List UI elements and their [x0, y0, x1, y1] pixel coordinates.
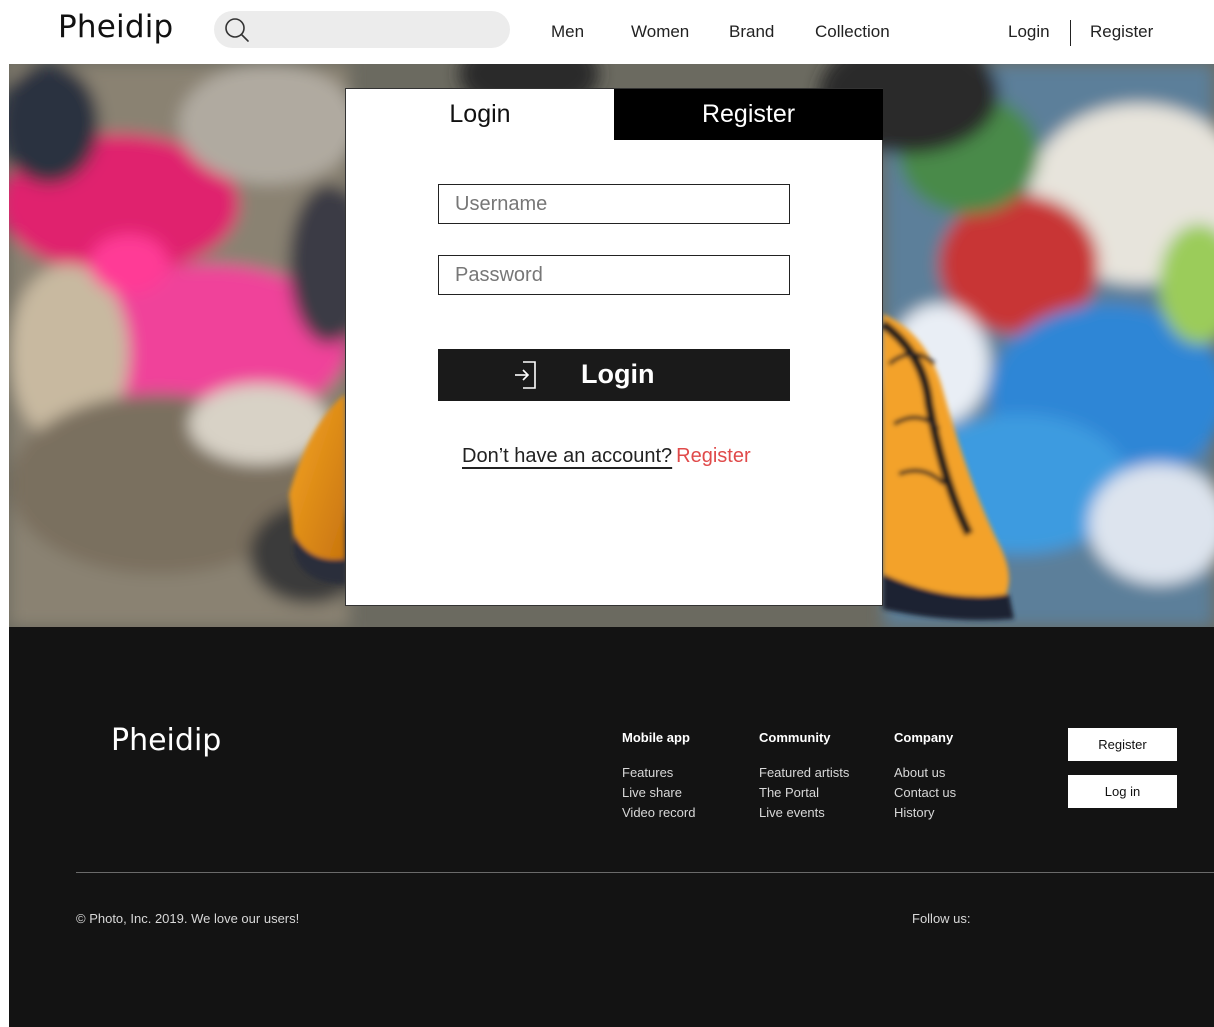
nav-brand[interactable]: Brand — [729, 22, 774, 42]
login-arrow-icon — [515, 361, 536, 389]
password-input[interactable] — [439, 256, 789, 294]
footer-link-live-share[interactable]: Live share — [622, 783, 695, 803]
signup-prompt: Don’t have an account? Register — [462, 445, 751, 468]
register-link[interactable]: Register — [676, 445, 750, 467]
site-footer: Pheidip Mobile app Features Live share V… — [9, 627, 1214, 1027]
auth-card: Login Register Login Don’t have an accou… — [345, 88, 883, 606]
header-register-link[interactable]: Register — [1090, 22, 1153, 42]
top-header: Pheidip Men Women Brand Collection Login… — [0, 0, 1214, 64]
footer-divider — [76, 872, 1214, 873]
footer-column-mobile-app: Mobile app Features Live share Video rec… — [622, 730, 695, 823]
footer-register-button[interactable]: Register — [1068, 728, 1177, 761]
nav-collection[interactable]: Collection — [815, 22, 890, 42]
password-field-wrapper — [438, 255, 790, 295]
username-field-wrapper — [438, 184, 790, 224]
no-account-text: Don’t have an account? — [462, 445, 673, 467]
nav-women[interactable]: Women — [631, 22, 689, 42]
follow-us-label: Follow us: — [912, 911, 971, 926]
login-submit-button[interactable]: Login — [438, 349, 790, 401]
search-input[interactable] — [258, 11, 498, 48]
header-login-link[interactable]: Login — [1008, 22, 1050, 42]
footer-link-the-portal[interactable]: The Portal — [759, 783, 849, 803]
header-divider — [1070, 20, 1071, 46]
footer-logo[interactable]: Pheidip — [111, 723, 221, 758]
footer-link-features[interactable]: Features — [622, 763, 695, 783]
nav-men[interactable]: Men — [551, 22, 584, 42]
footer-column-company: Company About us Contact us History — [894, 730, 956, 823]
username-input[interactable] — [439, 185, 789, 223]
login-button-label: Login — [581, 359, 655, 389]
footer-column-heading: Company — [894, 730, 954, 745]
search-icon[interactable] — [224, 17, 250, 43]
footer-link-video-record[interactable]: Video record — [622, 803, 695, 823]
brand-logo[interactable]: Pheidip — [58, 9, 173, 45]
tab-register[interactable]: Register — [614, 89, 883, 140]
footer-link-featured-artists[interactable]: Featured artists — [759, 763, 849, 783]
copyright-text: © Photo, Inc. 2019. We love our users! — [76, 911, 300, 926]
footer-column-heading: Mobile app — [622, 730, 690, 745]
footer-login-button[interactable]: Log in — [1068, 775, 1177, 808]
tab-login[interactable]: Login — [346, 89, 614, 140]
footer-link-history[interactable]: History — [894, 803, 956, 823]
footer-column-heading: Community — [759, 730, 831, 745]
search-bar[interactable] — [214, 11, 510, 48]
footer-column-community: Community Featured artists The Portal Li… — [759, 730, 849, 823]
footer-link-about-us[interactable]: About us — [894, 763, 956, 783]
footer-link-contact-us[interactable]: Contact us — [894, 783, 956, 803]
footer-link-live-events[interactable]: Live events — [759, 803, 849, 823]
